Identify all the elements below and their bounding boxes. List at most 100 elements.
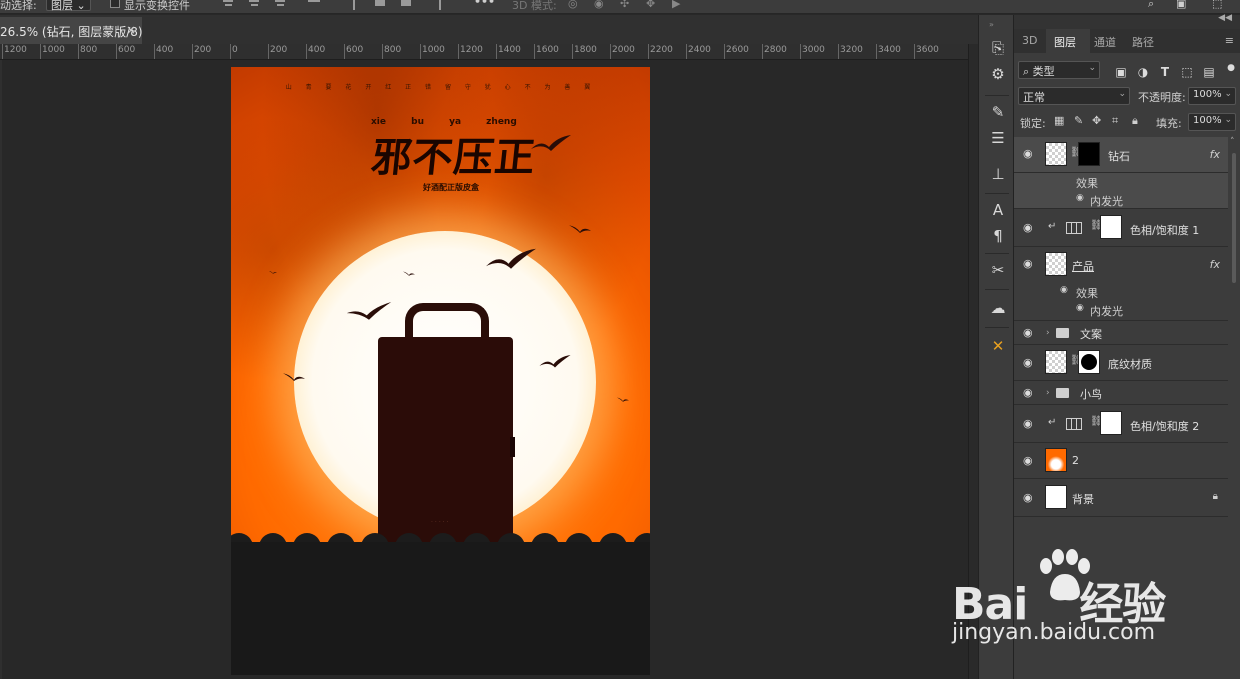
eye-icon[interactable]: ◉ [1023,221,1033,234]
fill-field[interactable]: 100% ⌄ [1188,113,1236,131]
share-icon[interactable]: ⬚ [1212,0,1222,10]
horizontal-ruler[interactable]: 1200 1000 800 600 400 200 0 200 400 600 800 1000 120… [0,44,968,60]
lock-all-icon[interactable]: 🔒︎ [1132,114,1138,128]
canvas-scrollbar[interactable] [968,44,978,679]
layer-row-hue-saturation-1[interactable]: ◉ ↵ ⛓ 色相/饱和度 1 [1014,209,1228,247]
eye-icon[interactable]: ◉ [1023,454,1033,467]
align-right-icon[interactable] [272,0,288,12]
eye-icon[interactable]: ◉ [1060,285,1068,295]
workspace-icon[interactable]: ▣ [1176,0,1186,10]
filter-adjustment-icon[interactable]: ◑ [1136,65,1150,79]
layer-row-background[interactable]: ◉ 背景 🔒︎ [1014,479,1228,517]
ruler-tick-line [116,44,117,59]
opacity-field[interactable]: 100% ⌄ [1188,87,1236,105]
3d-roll-icon[interactable]: ◉ [594,0,604,10]
chevron-right-icon[interactable]: › [1046,328,1050,338]
filter-toggle-icon[interactable]: ● [1224,61,1238,75]
layer-row-diamond[interactable]: ◉ ⛓ 钻石 fx [1014,137,1228,173]
ruler-tick-line [78,44,79,59]
effects-row[interactable]: 效果 [1014,173,1228,191]
eye-icon[interactable]: ◉ [1076,303,1084,313]
distribute-vertical-icon[interactable] [432,0,448,12]
lock-transparent-icon[interactable]: ▦ [1054,114,1064,127]
bird-icon [486,248,536,269]
layer-row-product[interactable]: ◉ 产品 fx [1014,247,1228,283]
3d-slide-icon[interactable]: ✥ [646,0,655,10]
poster-artwork[interactable]: 山 青 要 花 开 红 正 错 留 守 犹 心 不 为 善 翼 xie bu y… [231,67,650,675]
layer-mask[interactable] [1100,411,1122,435]
auto-select-dropdown[interactable]: 图层 ⌄ [46,0,91,12]
tab-paths[interactable]: 路径 [1132,34,1154,50]
chevron-up-icon[interactable]: ˄ [1230,137,1235,147]
align-bottom-icon[interactable] [398,0,414,12]
3d-orbit-icon[interactable]: ◎ [568,0,578,10]
effect-inner-glow-row[interactable]: ◉ 内发光 [1014,301,1228,321]
fx-icon[interactable]: fx [1210,148,1220,161]
libraries-icon[interactable]: ☁ [988,299,1008,317]
chevron-right-icon[interactable]: › [1046,388,1050,398]
adjust-icon[interactable]: ☰ [988,129,1008,147]
layer-group-copy[interactable]: ◉ › 文案 [1014,321,1228,345]
align-middle-icon[interactable] [372,0,388,12]
lock-pixels-icon[interactable]: ✎ [1074,114,1083,127]
fx-icon[interactable]: fx [1210,258,1220,271]
folder-icon [1056,328,1069,338]
align-top-icon[interactable] [346,0,362,12]
layer-mask[interactable] [1100,215,1122,239]
filter-smart-object-icon[interactable]: ▤ [1202,65,1216,79]
3d-pan-icon[interactable]: ✣ [620,0,629,10]
panel-menu-icon[interactable]: ≡ [1225,34,1234,47]
3d-camera-icon[interactable]: ▶ [672,0,680,10]
tools-icon[interactable]: ✂ [988,261,1008,279]
blend-mode-dropdown[interactable]: 正常 ⌄ [1018,87,1130,105]
filter-kind-dropdown[interactable]: ⌕ 类型 ⌄ [1018,61,1100,79]
effects-row[interactable]: ◉ 效果 [1014,283,1228,301]
collapse-icon[interactable]: ◀◀ [1218,13,1232,23]
eye-icon[interactable]: ◉ [1023,257,1033,270]
ruler-tick-line [838,44,839,59]
align-left-icon[interactable] [220,0,236,12]
show-transform-label: 显示变换控件 [124,0,190,12]
eye-icon[interactable]: ◉ [1023,386,1033,399]
eye-icon[interactable]: ◉ [1023,417,1033,430]
layer-row-texture[interactable]: ◉ ⛓ 底纹材质 [1014,345,1228,381]
eye-icon[interactable]: ◉ [1023,326,1033,339]
layers-scrollbar[interactable]: ˄ [1230,137,1238,317]
paragraph-icon[interactable]: ¶ [988,227,1008,245]
close-icon[interactable]: × [126,23,136,37]
layer-row-hue-saturation-2[interactable]: ◉ ↵ ⛓ 色相/饱和度 2 [1014,405,1228,443]
eye-icon[interactable]: ◉ [1023,491,1033,504]
layer-group-birds[interactable]: ◉ › 小鸟 [1014,381,1228,405]
grip-icon[interactable]: » [989,20,996,29]
layer-mask[interactable] [1078,142,1100,166]
layer-row-2[interactable]: ◉ 2 [1014,443,1228,479]
more-options-button[interactable]: ••• [474,0,495,8]
document-tab[interactable]: 26.5% (钻石, 图层蒙版/8) × [0,17,142,44]
case-dots: ····· [431,519,451,526]
filter-shape-icon[interactable]: ⬚ [1180,65,1194,79]
brush-icon[interactable]: ✎ [988,103,1008,121]
effect-inner-glow-row[interactable]: ◉ 内发光 [1014,191,1228,209]
character-icon[interactable]: A [988,201,1008,219]
properties-icon[interactable]: ⚙ [988,65,1008,83]
poster-top-text: 山 青 要 花 开 红 正 错 留 守 犹 心 不 为 善 翼 [285,84,597,91]
distribute-icon[interactable] [306,0,322,12]
lock-position-icon[interactable]: ✥ [1092,114,1101,127]
stamp-icon[interactable]: ⊥ [988,165,1008,183]
eye-icon[interactable]: ◉ [1023,356,1033,369]
panel-grip[interactable]: ◀◀ [1014,13,1240,29]
tab-channels[interactable]: 通道 [1094,34,1116,50]
filter-type-icon[interactable]: T [1158,65,1172,79]
show-transform-checkbox[interactable] [110,0,120,8]
filter-pixel-icon[interactable]: ▣ [1114,65,1128,79]
history-icon[interactable]: ⎘ [988,39,1008,57]
eye-icon[interactable]: ◉ [1023,147,1033,160]
tab-layers[interactable]: 图层 [1054,34,1076,50]
eye-icon[interactable]: ◉ [1076,193,1084,203]
lock-artboard-icon[interactable]: ⌗ [1112,114,1118,128]
plugin-icon[interactable]: ✕ [988,337,1008,355]
align-center-icon[interactable] [246,0,262,12]
tab-3d[interactable]: 3D [1022,34,1037,47]
layer-mask[interactable] [1078,350,1100,374]
search-icon[interactable]: ⌕ [1148,0,1154,11]
